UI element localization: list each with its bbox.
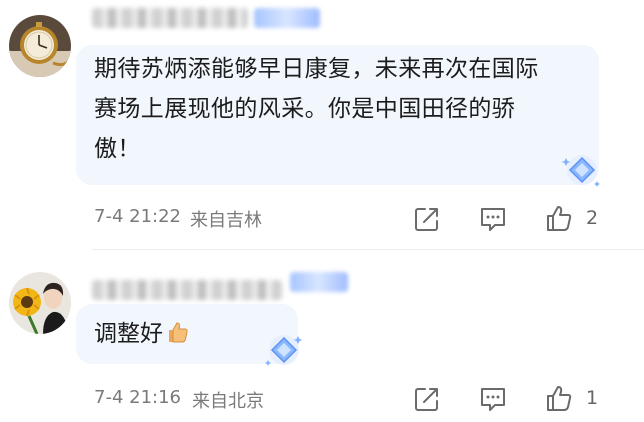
user-avatar[interactable] (9, 272, 71, 334)
like-icon[interactable] (544, 383, 574, 413)
comment-item: 期待苏炳添能够早日康复，未来再次在国际 赛场上展现他的风采。你是中国田径的骄 傲… (0, 0, 644, 250)
sparkle-diamond-icon (561, 155, 600, 187)
comment-bubble[interactable]: 期待苏炳添能够早日康复，未来再次在国际 赛场上展现他的风采。你是中国田径的骄 傲… (76, 45, 599, 185)
comment-text-line: 期待苏炳添能够早日康复，未来再次在国际 (94, 56, 539, 82)
reply-icon[interactable] (478, 204, 508, 234)
comment-item: 调整好 7-4 21:16 来自北京 1 (0, 258, 644, 422)
share-icon[interactable] (412, 204, 442, 234)
username-blurred[interactable] (92, 280, 282, 300)
user-avatar[interactable] (9, 15, 71, 77)
comment-text-line: 傲！ (94, 136, 141, 162)
like-count: 1 (586, 387, 599, 409)
username-blurred[interactable] (92, 8, 248, 28)
reply-icon[interactable] (478, 384, 508, 414)
divider (92, 249, 644, 250)
comment-text: 调整好 (94, 321, 163, 347)
share-icon[interactable] (412, 384, 442, 414)
comment-location: 来自吉林 (190, 210, 262, 231)
comment-time: 7-4 21:16 (94, 387, 181, 408)
sparkle-diamond-icon (265, 335, 303, 366)
user-badge-blurred (290, 272, 348, 292)
comment-location: 来自北京 (192, 391, 264, 412)
comment-text-line: 赛场上展现他的风采。你是中国田径的骄 (94, 96, 516, 122)
like-count: 2 (586, 207, 599, 229)
like-icon[interactable] (544, 203, 574, 233)
thumbs-up-emoji-icon (169, 322, 188, 343)
comment-time: 7-4 21:22 (94, 206, 181, 227)
user-badge-blurred (254, 8, 320, 28)
